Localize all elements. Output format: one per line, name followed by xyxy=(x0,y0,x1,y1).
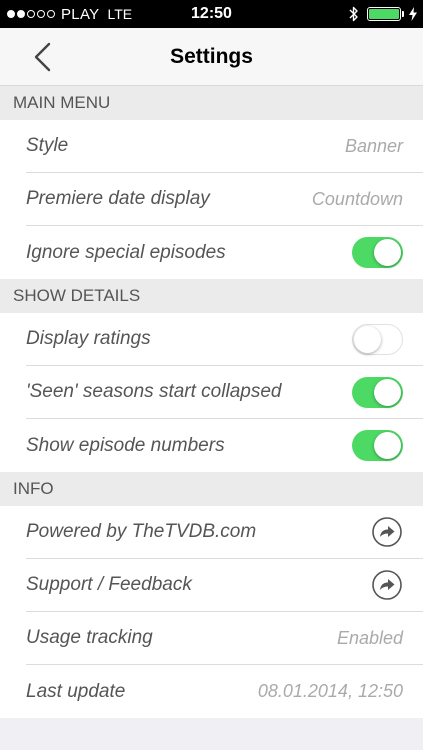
info-value: Enabled xyxy=(336,627,403,648)
page-title: Settings xyxy=(170,45,253,68)
info-row-last-update: Last update 08.01.2014, 12:50 xyxy=(26,665,423,718)
status-bar: PLAY LTE 12:50 xyxy=(0,0,423,28)
group-info: Powered by TheTVDB.com Support / Feedbac… xyxy=(0,506,423,718)
toggle-knob xyxy=(374,432,401,459)
show-episode-numbers-toggle[interactable] xyxy=(352,430,403,461)
info-row-powered-by[interactable]: Powered by TheTVDB.com xyxy=(26,506,423,559)
setting-value: Countdown xyxy=(311,188,403,209)
info-row-usage-tracking[interactable]: Usage tracking Enabled xyxy=(26,612,423,665)
chevron-left-icon xyxy=(34,42,51,72)
back-button[interactable] xyxy=(24,39,60,75)
info-label: Powered by TheTVDB.com xyxy=(26,521,257,542)
setting-value: Banner xyxy=(344,135,403,156)
setting-row-premiere-date-display[interactable]: Premiere date display Countdown xyxy=(26,173,423,226)
charging-bolt-icon xyxy=(409,7,417,21)
settings-list: MAIN MENU Style Banner Premiere date dis… xyxy=(0,86,423,750)
group-main-menu: Style Banner Premiere date display Count… xyxy=(0,120,423,279)
seen-seasons-collapsed-toggle[interactable] xyxy=(352,376,403,408)
setting-row-seen-seasons-collapsed: 'Seen' seasons start collapsed xyxy=(26,366,423,419)
setting-row-style[interactable]: Style Banner xyxy=(26,120,423,173)
list-bottom-spacer xyxy=(0,718,423,750)
setting-row-show-episode-numbers: Show episode numbers xyxy=(26,419,423,472)
setting-row-display-ratings: Display ratings xyxy=(26,313,423,366)
setting-label: Premiere date display xyxy=(26,188,210,209)
ignore-special-episodes-toggle[interactable] xyxy=(352,237,403,268)
setting-label: 'Seen' seasons start collapsed xyxy=(26,381,282,402)
share-arrow-icon[interactable] xyxy=(371,569,403,601)
section-header-info: INFO xyxy=(0,472,423,506)
toggle-knob xyxy=(374,239,401,266)
share-arrow-icon[interactable] xyxy=(371,516,403,548)
info-label: Usage tracking xyxy=(26,627,153,648)
section-header-main-menu: MAIN MENU xyxy=(0,86,423,120)
bluetooth-icon xyxy=(349,6,358,22)
info-value: 08.01.2014, 12:50 xyxy=(257,681,403,701)
setting-label: Display ratings xyxy=(26,328,151,349)
info-label: Last update xyxy=(26,680,126,702)
setting-label: Show episode numbers xyxy=(26,434,225,456)
setting-label: Style xyxy=(26,135,69,156)
battery-icon xyxy=(367,7,404,21)
display-ratings-toggle[interactable] xyxy=(352,323,403,355)
status-bar-right xyxy=(349,0,417,28)
group-show-details: Display ratings 'Seen' seasons start col… xyxy=(0,313,423,472)
setting-row-ignore-special-episodes: Ignore special episodes xyxy=(26,226,423,279)
info-label: Support / Feedback xyxy=(26,574,192,595)
setting-label: Ignore special episodes xyxy=(26,241,226,263)
info-row-support-feedback[interactable]: Support / Feedback xyxy=(26,559,423,612)
toggle-knob xyxy=(354,325,381,353)
navigation-bar: Settings xyxy=(0,28,423,86)
toggle-knob xyxy=(374,378,401,406)
section-header-show-details: SHOW DETAILS xyxy=(0,279,423,313)
